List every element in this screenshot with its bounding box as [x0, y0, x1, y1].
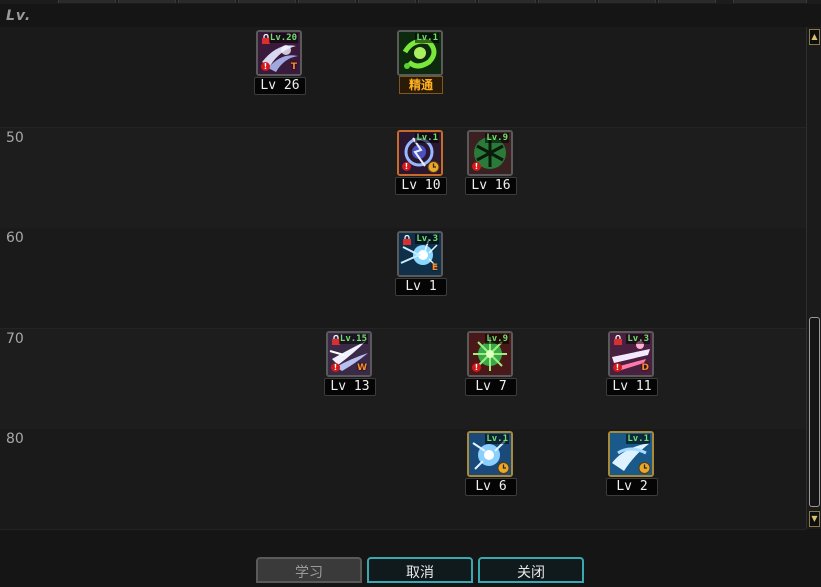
learn-button[interactable]: 学习 — [256, 557, 362, 583]
top-tab[interactable] — [733, 0, 807, 3]
skill-required-level: Lv 1 — [395, 278, 447, 296]
lock-icon — [614, 335, 622, 345]
skill-slot[interactable]: Lv.9 ! Lv 16 — [465, 130, 517, 198]
mastery-label: 精通 — [399, 76, 443, 94]
warning-icon: ! — [613, 363, 622, 372]
skill-level-badge: Lv.9 — [485, 334, 509, 344]
level-band-70: 70 — [0, 329, 806, 430]
cooldown-clock-icon — [497, 462, 510, 474]
warning-icon: ! — [402, 162, 411, 171]
level-band-label: 50 — [6, 130, 24, 146]
skill-icon-frame[interactable]: Lv.9 ! — [467, 130, 513, 176]
hotkey-label: E — [431, 263, 438, 273]
skill-icon-frame[interactable]: Lv.1 — [608, 431, 654, 477]
top-tab-strip — [0, 0, 821, 4]
skill-required-level: Lv 6 — [465, 478, 517, 496]
warning-icon: ! — [331, 363, 340, 372]
skill-slot[interactable]: Lv.1 精通 — [395, 30, 447, 98]
skill-icon-frame[interactable]: Lv.3 E — [397, 231, 443, 277]
scroll-down-button[interactable]: ▼ — [809, 511, 820, 527]
top-tab[interactable] — [658, 0, 716, 3]
skill-slot[interactable]: Lv.9 ! Lv 7 — [465, 331, 517, 399]
vertical-scrollbar[interactable]: ▲ ▼ — [806, 27, 821, 529]
warning-icon: ! — [472, 162, 481, 171]
close-button[interactable]: 关闭 — [478, 557, 584, 583]
hotkey-label: T — [290, 62, 297, 72]
skill-required-level: Lv 10 — [395, 177, 447, 195]
level-band-label: 80 — [6, 431, 24, 447]
level-band-80: 80 — [0, 429, 806, 530]
skill-slot[interactable]: Lv.1 Lv 2 — [606, 431, 658, 499]
warning-icon: ! — [472, 363, 481, 372]
top-tab[interactable] — [538, 0, 596, 3]
skill-slot[interactable]: Lv.15 ! W Lv 13 — [324, 331, 376, 399]
skill-required-level: Lv 2 — [606, 478, 658, 496]
cooldown-clock-icon — [638, 462, 651, 474]
skill-level-badge: Lv.1 — [485, 434, 509, 444]
skill-required-level: Lv 26 — [254, 77, 306, 95]
skill-slot[interactable]: Lv.3 E Lv 1 — [395, 231, 447, 299]
skill-level-badge: Lv.20 — [268, 33, 298, 43]
skill-required-level: Lv 13 — [324, 378, 376, 396]
scrollbar-thumb[interactable] — [809, 317, 820, 507]
skill-icon-frame[interactable]: Lv.3 ! D — [608, 331, 654, 377]
hotkey-label: W — [357, 363, 367, 373]
warning-icon: ! — [261, 62, 270, 71]
hotkey-label: D — [641, 363, 649, 373]
skill-required-level: Lv 16 — [465, 177, 517, 195]
skill-required-level: Lv 11 — [606, 378, 658, 396]
lock-icon — [403, 235, 411, 245]
skill-slot[interactable]: Lv.3 ! D Lv 11 — [606, 331, 658, 399]
top-tab[interactable] — [478, 0, 536, 3]
cancel-button[interactable]: 取消 — [367, 557, 473, 583]
skill-icon-frame[interactable]: Lv.15 ! W — [326, 331, 372, 377]
top-tab[interactable] — [598, 0, 656, 3]
top-tab[interactable] — [118, 0, 176, 3]
skill-level-badge: Lv.3 — [626, 334, 650, 344]
top-tab[interactable] — [298, 0, 356, 3]
skill-level-badge: Lv.1 — [415, 133, 439, 143]
level-band-label: 70 — [6, 331, 24, 347]
skill-slot[interactable]: Lv.1 ! Lv 10 — [395, 130, 447, 198]
skill-level-badge: Lv.1 — [626, 434, 650, 444]
top-tab[interactable] — [58, 0, 116, 3]
scroll-up-button[interactable]: ▲ — [809, 29, 820, 45]
top-tab[interactable] — [178, 0, 236, 3]
skill-slot[interactable]: Lv.20 ! T Lv 26 — [254, 30, 306, 98]
skill-icon-frame[interactable]: Lv.1 — [397, 30, 443, 76]
skill-level-badge: Lv.15 — [338, 334, 368, 344]
skill-icon-frame[interactable]: Lv.1 ! — [397, 130, 443, 176]
top-tab[interactable] — [238, 0, 296, 3]
level-band-label: 60 — [6, 230, 24, 246]
skill-slot[interactable]: Lv.1 Lv 6 — [465, 431, 517, 499]
cooldown-clock-icon — [427, 161, 440, 173]
level-column-header: Lv. — [6, 8, 32, 24]
skill-required-level: Lv 7 — [465, 378, 517, 396]
top-tab[interactable] — [418, 0, 476, 3]
top-tab[interactable] — [358, 0, 416, 3]
skill-level-badge: Lv.1 — [415, 33, 439, 43]
skill-icon-frame[interactable]: Lv.1 — [467, 431, 513, 477]
skill-level-badge: Lv.9 — [485, 133, 509, 143]
skill-icon-frame[interactable]: Lv.9 ! — [467, 331, 513, 377]
skill-level-badge: Lv.3 — [415, 234, 439, 244]
skill-icon-frame[interactable]: Lv.20 ! T — [256, 30, 302, 76]
